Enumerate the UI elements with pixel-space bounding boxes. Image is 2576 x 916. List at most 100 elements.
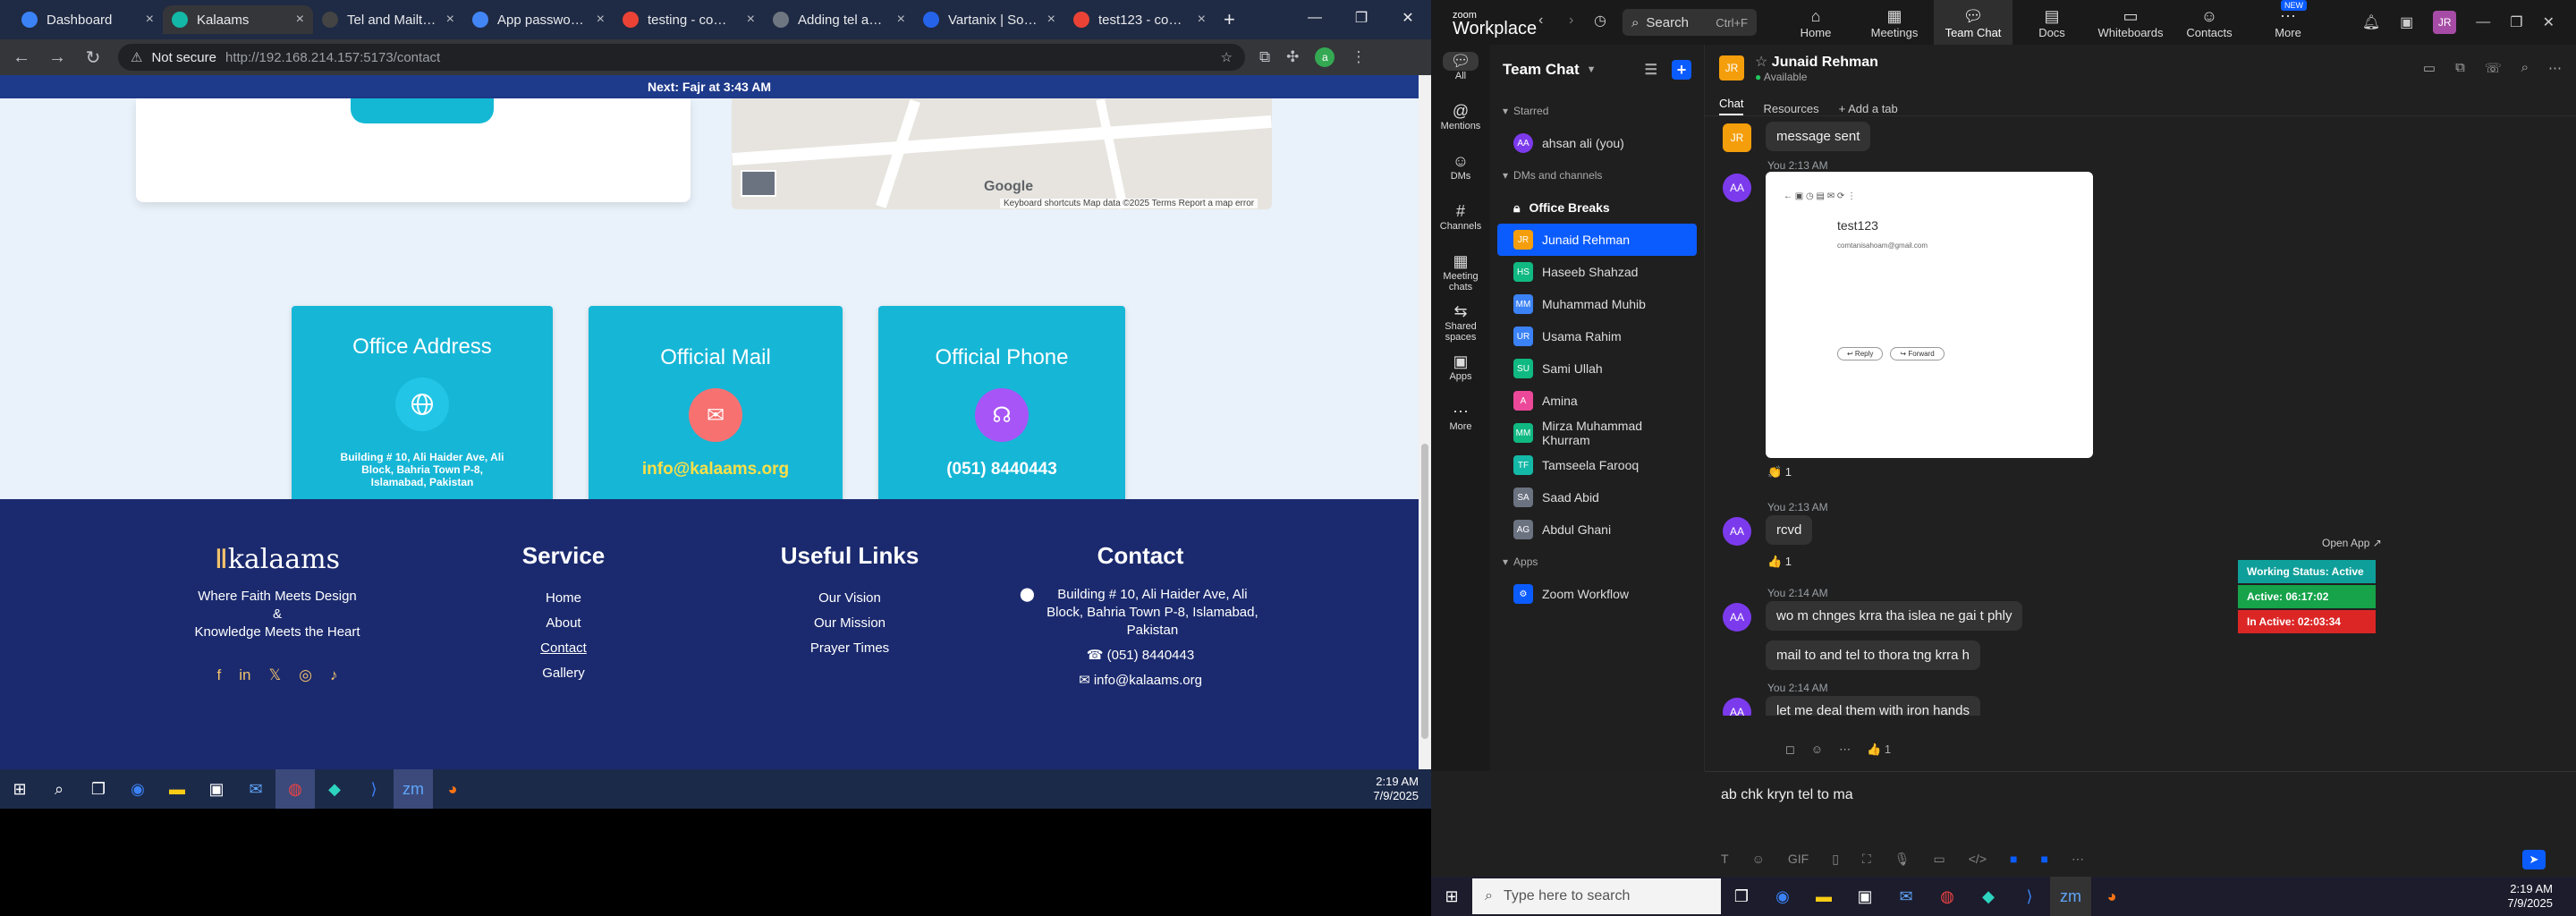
channel-office-breaks[interactable]: 🔒︎ Office Breaks	[1497, 191, 1697, 224]
nav-whiteboards[interactable]: ▭ Whiteboards	[2091, 0, 2170, 45]
zoom-icon[interactable]: zm	[2050, 877, 2091, 916]
submit-button[interactable]	[351, 98, 494, 123]
back-icon[interactable]: ‹	[1538, 13, 1543, 29]
reaction-badge[interactable]: 👏 1	[1767, 465, 1792, 479]
message-bubble[interactable]: let me deal them with iron hands	[1766, 696, 1980, 716]
page-scrollbar[interactable]	[1419, 75, 1431, 769]
emoji-icon[interactable]: ☺	[1752, 852, 1765, 867]
footer-link-gallery[interactable]: Gallery	[501, 661, 626, 686]
contact-item[interactable]: A Amina	[1497, 385, 1697, 417]
vscode-icon[interactable]: ⟩	[2009, 877, 2050, 916]
contact-item[interactable]: TF Tamseela Farooq	[1497, 449, 1697, 481]
new-chat-button[interactable]: +	[1672, 60, 1691, 80]
browser-tab[interactable]: Kalaams ×	[163, 5, 313, 34]
address-bar[interactable]: ⚠ Not secure http://192.168.214.157:5173…	[118, 44, 1245, 71]
video-call-icon[interactable]: ▭	[2423, 60, 2436, 76]
task-view-icon[interactable]: ❐	[79, 769, 118, 809]
footer-link-about[interactable]: About	[501, 611, 626, 636]
menu-dots-icon[interactable]: ⋮	[1351, 48, 1366, 66]
back-icon[interactable]: ←	[11, 47, 32, 68]
avatar[interactable]: AA	[1723, 603, 1751, 632]
search-icon[interactable]: ⌕	[2521, 60, 2529, 76]
close-tab-icon[interactable]: ×	[897, 12, 905, 28]
windows-start-icon[interactable]: ⊞	[1431, 877, 1472, 916]
tab-chat[interactable]: Chat	[1719, 97, 1744, 115]
chrome-icon[interactable]: ◍	[275, 769, 315, 809]
rail-shared-spaces[interactable]: ⇆ Shared spaces	[1431, 295, 1490, 345]
footer-link-vision[interactable]: Our Vision	[769, 586, 930, 611]
street-view-thumbnail[interactable]	[741, 170, 776, 197]
chevron-down-icon[interactable]: ▼	[1587, 64, 1597, 75]
bookmark-star-icon[interactable]: ☆	[1221, 49, 1233, 65]
rail-dms[interactable]: ☺ DMs	[1431, 145, 1490, 195]
nav-more[interactable]: NEW ⋯ More	[2249, 0, 2327, 45]
add-reaction-icon[interactable]: ☺	[1811, 742, 1823, 757]
taskbar-clock[interactable]: 2:19 AM 7/9/2025	[1373, 775, 1419, 803]
contact-item[interactable]: SA Saad Abid	[1497, 481, 1697, 513]
windows-start-icon[interactable]: ⊞	[0, 769, 39, 809]
url-text[interactable]: http://192.168.214.157:5173/contact	[225, 50, 1212, 65]
more-icon[interactable]: ⋯	[1839, 742, 1851, 757]
contact-item[interactable]: SU Sami Ullah	[1497, 352, 1697, 385]
message-bubble[interactable]: rcvd	[1766, 515, 1813, 545]
close-tab-icon[interactable]: ×	[597, 12, 605, 28]
google-map[interactable]: Google Keyboard shortcuts Map data ©2025…	[732, 98, 1272, 209]
tab-add[interactable]: + Add a tab	[1839, 102, 1898, 115]
reaction-badge[interactable]: 👍 1	[1767, 555, 1792, 569]
browser-tab[interactable]: Adding tel and m ×	[764, 5, 914, 34]
search-input[interactable]: ⌕ Search Ctrl+F	[1623, 9, 1757, 36]
reply-thread-icon[interactable]: ◻	[1785, 742, 1795, 757]
screenshot-icon[interactable]: ⛶	[1862, 852, 1871, 867]
contact-avatar[interactable]: JR	[1719, 55, 1744, 81]
search-icon[interactable]: ⌕	[39, 769, 79, 809]
rail-more[interactable]: ⋯ More	[1431, 395, 1490, 445]
edge-icon[interactable]: ◉	[118, 769, 157, 809]
message-input[interactable]: ab chk kryn tel to ma	[1721, 787, 1853, 803]
browser-tab[interactable]: Tel and Mailto Fu ×	[313, 5, 463, 34]
nav-meetings[interactable]: ▦ Meetings	[1855, 0, 1934, 45]
contact-name[interactable]: Junaid Rehman	[1772, 55, 1878, 70]
zoom-icon[interactable]: zm	[394, 769, 433, 809]
open-app-link[interactable]: Open App ↗	[2322, 537, 2382, 549]
maximize-icon[interactable]: ❐	[2510, 13, 2522, 31]
avatar[interactable]: AA	[1723, 698, 1751, 716]
footer-phone[interactable]: (051) 8440443	[1107, 648, 1195, 663]
nav-home[interactable]: ⌂ Home	[1776, 0, 1855, 45]
taskbar-search[interactable]: ⌕ Type here to search	[1472, 878, 1721, 914]
scrollbar-thumb[interactable]	[1421, 444, 1428, 739]
store-icon[interactable]: ▣	[197, 769, 236, 809]
message-bubble[interactable]: wo m chnges krra tha islea ne gai t phly	[1766, 601, 2023, 631]
image-attachment[interactable]: ← ▣ ◷ ▤ ✉ ⟳ ⋮ test123 comtanisahoam@gmai…	[1766, 172, 2093, 458]
map-attribution[interactable]: Keyboard shortcuts Map data ©2025 Terms …	[1000, 199, 1258, 208]
footer-link-prayer[interactable]: Prayer Times	[769, 636, 930, 661]
kalaams-logo[interactable]: ǁkalaams	[170, 544, 385, 575]
rail-channels[interactable]: # Channels	[1431, 195, 1490, 245]
app-zoom-workflow[interactable]: ⚙ Zoom Workflow	[1497, 578, 1697, 610]
mic-icon[interactable]: 🎙︎	[1894, 852, 1911, 867]
starred-section[interactable]: ▾ Starred	[1490, 95, 1704, 127]
new-tab-button[interactable]: +	[1224, 8, 1235, 31]
list-item-self[interactable]: AA ahsan ali (you)	[1497, 127, 1697, 159]
browser-tab[interactable]: App passwords ×	[463, 5, 614, 34]
minimize-icon[interactable]: —	[2476, 14, 2490, 30]
zoom-app-icon[interactable]: ■	[2040, 852, 2047, 867]
avatar[interactable]: AA	[1723, 517, 1751, 546]
avatar[interactable]: AA	[1723, 174, 1751, 202]
dms-section[interactable]: ▾ DMs and channels	[1490, 159, 1704, 191]
rail-mentions[interactable]: @ Mentions	[1431, 95, 1490, 145]
close-tab-icon[interactable]: ×	[747, 12, 755, 28]
vscode-icon[interactable]: ⟩	[354, 769, 394, 809]
cursor-app-icon[interactable]: ◆	[315, 769, 354, 809]
message-bubble[interactable]: message sent	[1766, 122, 1871, 151]
facebook-icon[interactable]: f	[216, 666, 221, 684]
contact-item[interactable]: AG Abdul Ghani	[1497, 513, 1697, 546]
gif-icon[interactable]: GIF	[1788, 852, 1809, 867]
close-tab-icon[interactable]: ×	[146, 12, 154, 28]
firefox-icon[interactable]: ◕	[433, 769, 472, 809]
file-explorer-icon[interactable]: ▬	[157, 769, 197, 809]
browser-tab[interactable]: testing - comtani ×	[614, 5, 764, 34]
contact-item[interactable]: HS Haseeb Shahzad	[1497, 256, 1697, 288]
instagram-icon[interactable]: ◎	[299, 666, 312, 684]
bell-icon[interactable]: 🔔︎	[2362, 13, 2380, 31]
tab-resources[interactable]: Resources	[1763, 102, 1818, 115]
